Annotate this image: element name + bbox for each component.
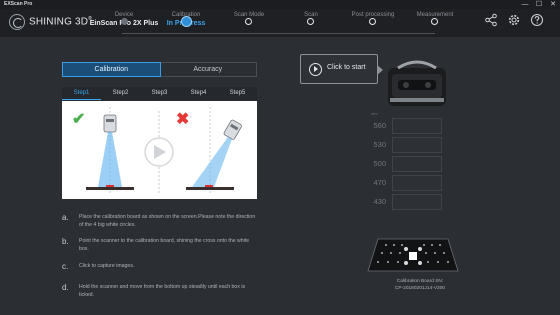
close-button[interactable]: ✕ xyxy=(546,0,560,9)
distance-box xyxy=(392,194,442,210)
play-icon xyxy=(309,63,322,76)
workflow-dot-calibration xyxy=(181,16,192,27)
distance-row-430: 430 xyxy=(366,194,446,210)
distance-row-560: 560 xyxy=(366,118,446,134)
tab-accuracy[interactable]: Accuracy xyxy=(160,63,257,76)
step-tab-4[interactable]: Step4 xyxy=(179,87,218,100)
distance-row-500: 500 xyxy=(366,156,446,172)
tab-calibration[interactable]: Calibration xyxy=(62,62,161,77)
workflow-dot-device xyxy=(121,18,128,25)
play-video-icon[interactable] xyxy=(145,138,173,166)
distance-box xyxy=(392,175,442,191)
click-to-start-button[interactable]: Click to start xyxy=(300,54,383,84)
wrong-cross-icon: ✖ xyxy=(176,111,190,128)
settings-icon[interactable] xyxy=(507,13,521,27)
step-tab-1[interactable]: Step1 xyxy=(62,87,101,100)
app-header: SHINING 3D® Device EinScan Pro 2X Plus C… xyxy=(0,9,560,37)
calibration-illustration: ✔ ✖ xyxy=(62,101,257,199)
correct-check-icon: ✔ xyxy=(72,111,86,128)
share-icon[interactable] xyxy=(484,13,498,27)
distance-box xyxy=(392,137,442,153)
step-tabs: Step1 Step2 Step3 Step4 Step5 xyxy=(62,87,257,100)
distance-box xyxy=(392,118,442,134)
workflow-dot-scan-mode xyxy=(245,18,252,25)
step-tab-5[interactable]: Step5 xyxy=(218,87,257,100)
distance-row-470: 470 xyxy=(366,175,446,191)
logo-icon xyxy=(9,14,25,30)
calibration-board-serial: Calibration Board SN: CP-20180201J14-V30… xyxy=(394,279,446,291)
calibration-board-image xyxy=(367,238,459,272)
workflow-dot-measurement xyxy=(431,18,438,25)
step-tab-3[interactable]: Step3 xyxy=(140,87,179,100)
scanner-device-image xyxy=(388,60,446,106)
workflow-progress-line xyxy=(122,33,435,34)
title-bar: EXScan Pro — ☐ ✕ xyxy=(0,0,560,9)
workflow-dot-post-processing xyxy=(369,18,376,25)
window-title: EXScan Pro xyxy=(4,1,33,7)
distance-row-530: 530 xyxy=(366,137,446,153)
minimize-button[interactable]: — xyxy=(518,0,532,9)
workflow-dot-scan xyxy=(307,18,314,25)
maximize-button[interactable]: ☐ xyxy=(532,0,546,9)
distance-box xyxy=(392,156,442,172)
step-tab-2[interactable]: Step2 xyxy=(101,87,140,100)
mode-tabs: Calibration Accuracy xyxy=(62,62,257,77)
distance-unit: mm xyxy=(371,111,378,116)
help-icon[interactable] xyxy=(530,13,544,27)
